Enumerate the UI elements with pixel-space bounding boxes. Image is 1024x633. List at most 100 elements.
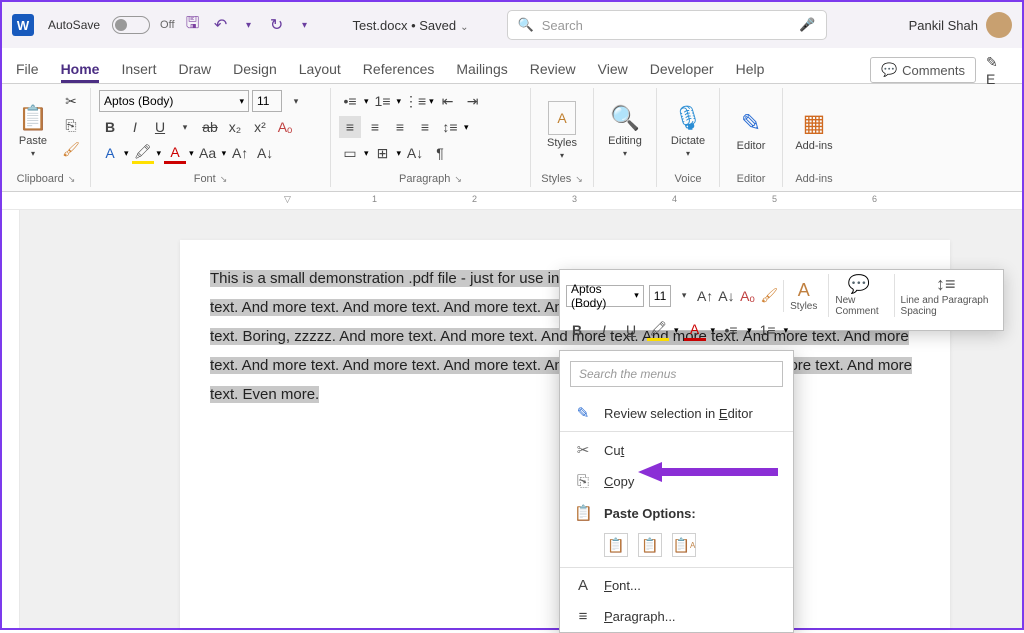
tab-developer[interactable]: Developer	[650, 61, 714, 83]
find-icon: 🔍	[610, 104, 640, 133]
editor-button[interactable]: ✎ Editor	[728, 90, 774, 171]
editor-pen-icon: ✎	[574, 404, 592, 422]
paste-text-only-icon[interactable]: 📋A	[672, 533, 696, 557]
clear-format-button[interactable]: Aₒ	[274, 116, 296, 138]
ctx-cut[interactable]: ✂ Cut	[560, 434, 793, 466]
mt-highlight-icon[interactable]: 🖍	[647, 319, 669, 341]
user-account[interactable]: Pankil Shah	[909, 12, 1012, 38]
paste-button[interactable]: 📋 Paste ▾	[10, 90, 56, 171]
line-spacing-icon[interactable]: ↕≡	[439, 116, 461, 138]
font-name-combo[interactable]: Aptos (Body)▾	[99, 90, 249, 112]
sort-icon[interactable]: A↓	[404, 142, 426, 164]
styles-launcher-icon[interactable]: ↘	[575, 174, 583, 185]
mt-bullets-icon[interactable]: •≡	[720, 319, 742, 341]
italic-button[interactable]: I	[124, 116, 146, 138]
tab-review[interactable]: Review	[530, 61, 576, 83]
word-icon: W	[12, 14, 34, 36]
tab-insert[interactable]: Insert	[121, 61, 156, 83]
mt-shrink-font[interactable]: A↓	[718, 285, 734, 307]
search-box[interactable]: 🔍 Search 🎤	[507, 10, 827, 40]
editing-button[interactable]: 🔍 Editing▾	[602, 90, 648, 171]
numbering-icon[interactable]: 1≡	[372, 90, 394, 112]
paragraph-launcher-icon[interactable]: ↘	[454, 174, 462, 185]
grow-font-button[interactable]: A↑	[229, 142, 251, 164]
tab-layout[interactable]: Layout	[299, 61, 341, 83]
decrease-indent-icon[interactable]: ⇤	[437, 90, 459, 112]
mt-bold[interactable]: B	[566, 319, 588, 341]
undo-dropdown-icon[interactable]: ▾	[239, 15, 259, 35]
context-search-box[interactable]: Search the menus	[570, 361, 783, 387]
mt-new-comment-button[interactable]: 💬New Comment	[828, 274, 888, 317]
comments-button[interactable]: 💬 Comments	[870, 57, 976, 83]
title-bar: W AutoSave Off 🖫 ↶ ▾ ↻ ▾ Test.docx • Sav…	[2, 2, 1022, 48]
align-right-icon[interactable]: ≡	[389, 116, 411, 138]
document-title[interactable]: Test.docx • Saved⌄	[353, 18, 469, 33]
justify-icon[interactable]: ≡	[414, 116, 436, 138]
change-case-button[interactable]: Aa	[197, 142, 219, 164]
tab-references[interactable]: References	[363, 61, 435, 83]
clipboard-launcher-icon[interactable]: ↘	[68, 174, 76, 185]
multilevel-icon[interactable]: ⋮≡	[404, 90, 426, 112]
ruler-indent-marker[interactable]: ▽	[284, 194, 291, 205]
mt-font-color-icon[interactable]: A	[684, 319, 706, 341]
align-left-icon[interactable]: ≡	[339, 116, 361, 138]
shrink-font-button[interactable]: A↓	[254, 142, 276, 164]
tab-design[interactable]: Design	[233, 61, 277, 83]
styles-button[interactable]: A Styles▾	[539, 90, 585, 171]
superscript-button[interactable]: x²	[249, 116, 271, 138]
font-launcher-icon[interactable]: ↘	[220, 174, 228, 185]
tab-file[interactable]: File	[16, 61, 39, 83]
show-marks-icon[interactable]: ¶	[429, 142, 451, 164]
mt-format-painter-icon[interactable]: 🖌	[760, 285, 778, 307]
mt-grow-font[interactable]: A↑	[697, 285, 713, 307]
bold-button[interactable]: B	[99, 116, 121, 138]
mt-underline[interactable]: U	[620, 319, 642, 341]
redo-icon[interactable]: ↻	[267, 15, 287, 35]
paste-keep-source-icon[interactable]: 📋	[604, 533, 628, 557]
undo-icon[interactable]: ↶	[211, 15, 231, 35]
mic-icon[interactable]: 🎤	[799, 17, 815, 33]
mt-line-spacing-button[interactable]: ↕≡Line and Paragraph Spacing	[894, 274, 997, 317]
cut-icon[interactable]: ✂	[60, 90, 82, 112]
strike-button[interactable]: ab	[199, 116, 221, 138]
ctx-paragraph[interactable]: ≡ Paragraph...	[560, 601, 793, 632]
borders-icon[interactable]: ⊞	[372, 142, 394, 164]
vertical-ruler[interactable]	[2, 210, 20, 628]
ctx-copy[interactable]: ⎘ Copy	[560, 466, 793, 497]
font-size-dropdown-icon[interactable]: ▾	[285, 90, 307, 112]
text-effects-icon[interactable]: A	[99, 142, 121, 164]
addins-button[interactable]: ▦ Add-ins	[791, 90, 837, 171]
tab-draw[interactable]: Draw	[178, 61, 211, 83]
dictate-button[interactable]: 🎙 Dictate▾	[665, 90, 711, 171]
underline-button[interactable]: U	[149, 116, 171, 138]
tab-view[interactable]: View	[598, 61, 628, 83]
mt-numbering-icon[interactable]: 1≡	[757, 319, 779, 341]
mt-italic[interactable]: I	[593, 319, 615, 341]
mt-font-name[interactable]: Aptos (Body)▾	[566, 285, 644, 307]
paste-merge-icon[interactable]: 📋	[638, 533, 662, 557]
qat-customize-icon[interactable]: ▾	[295, 15, 315, 35]
avatar	[986, 12, 1012, 38]
mt-styles-button[interactable]: AStyles	[783, 280, 823, 312]
shading-icon[interactable]: ▭	[339, 142, 361, 164]
copy-icon[interactable]: ⎘	[60, 114, 82, 136]
ctx-review-editor[interactable]: ✎ Review selection in Editor	[560, 397, 793, 429]
autosave-toggle[interactable]	[112, 16, 150, 34]
mt-clear-format-icon[interactable]: Aₒ	[740, 285, 756, 307]
font-size-combo[interactable]: 11	[252, 90, 282, 112]
ctx-font[interactable]: A Font...	[560, 570, 793, 601]
tab-help[interactable]: Help	[736, 61, 765, 83]
subscript-button[interactable]: x₂	[224, 116, 246, 138]
editing-mode-icon[interactable]: ✎ E	[986, 59, 1008, 81]
format-painter-icon[interactable]: 🖌	[60, 138, 82, 160]
mt-font-size[interactable]: 11	[649, 285, 671, 307]
horizontal-ruler[interactable]: ▽ 123456	[2, 192, 1022, 210]
increase-indent-icon[interactable]: ⇥	[462, 90, 484, 112]
tab-home[interactable]: Home	[61, 61, 100, 83]
save-icon[interactable]: 🖫	[183, 15, 203, 35]
font-color-icon[interactable]: A	[164, 142, 186, 164]
bullets-icon[interactable]: •≡	[339, 90, 361, 112]
align-center-icon[interactable]: ≡	[364, 116, 386, 138]
highlight-icon[interactable]: 🖍	[132, 142, 154, 164]
tab-mailings[interactable]: Mailings	[456, 61, 507, 83]
